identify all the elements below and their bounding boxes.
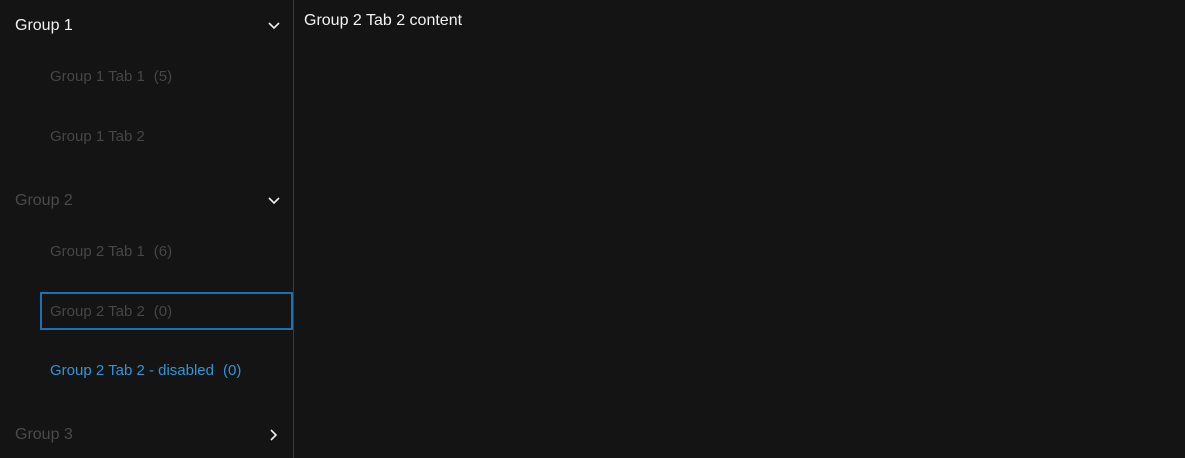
tab-label: Group 2 Tab 2 [50, 302, 145, 320]
tab-group-2-tab-2-disabled[interactable]: Group 2 Tab 2 - disabled (0) [40, 351, 293, 389]
group-header-label: Group 2 [15, 192, 73, 209]
group-header-3[interactable]: Group 3 [0, 410, 293, 458]
tab-group-1-tab-2[interactable]: Group 1 Tab 2 [40, 117, 293, 155]
tab-content-text: Group 2 Tab 2 content [304, 12, 463, 29]
tab-count: (5) [153, 67, 173, 85]
group-header-1[interactable]: Group 1 [0, 1, 293, 51]
tab-count: (0) [153, 302, 173, 320]
tab-label: Group 2 Tab 1 [50, 242, 145, 260]
chevron-down-icon [267, 194, 281, 208]
tab-label: Group 1 Tab 1 [50, 67, 145, 85]
tab-group-1-tab-1[interactable]: Group 1 Tab 1 (5) [40, 57, 293, 95]
app-window: Group 1 Group 1 Tab 1 (5) Group 1 Tab 2 … [0, 0, 1185, 458]
sidebar: Group 1 Group 1 Tab 1 (5) Group 1 Tab 2 … [0, 0, 293, 458]
group-header-label: Group 3 [15, 426, 73, 443]
tab-content: Group 2 Tab 2 content [304, 12, 462, 30]
tab-group-2-tab-1[interactable]: Group 2 Tab 1 (6) [40, 232, 293, 270]
sidebar-divider [293, 0, 294, 458]
tab-group-2-tab-2[interactable]: Group 2 Tab 2 (0) [40, 292, 293, 330]
tab-count: (6) [153, 242, 173, 260]
group-header-2[interactable]: Group 2 [0, 176, 293, 226]
group-header-label: Group 1 [15, 17, 73, 34]
tab-label: Group 1 Tab 2 [50, 127, 145, 145]
tab-count: (0) [223, 361, 242, 379]
chevron-down-icon [267, 19, 281, 33]
chevron-right-icon [267, 428, 281, 442]
tab-label: Group 2 Tab 2 - disabled [50, 361, 214, 379]
